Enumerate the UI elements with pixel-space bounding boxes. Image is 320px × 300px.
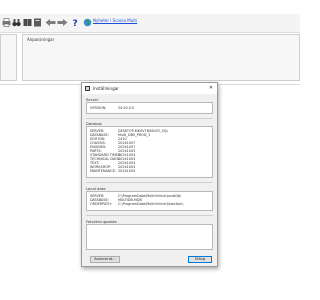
customizations-panel: Anpassningar <box>22 34 300 81</box>
dialog-titlebar[interactable]: Inställningar ✕ <box>82 83 217 94</box>
manual-icon[interactable] <box>33 18 42 27</box>
separator <box>86 118 213 119</box>
local-data-row: ORDERPATH: C:\ProgramData\MultiOnline\Sel… <box>90 202 184 206</box>
back-arrow-icon[interactable] <box>45 18 56 27</box>
print-icon[interactable] <box>2 18 11 27</box>
diagnostics-textarea[interactable] <box>86 224 213 250</box>
left-panel <box>0 34 17 81</box>
app-icon <box>85 86 90 91</box>
close-icon[interactable]: ✕ <box>209 85 213 91</box>
globe-icon[interactable] <box>83 18 92 27</box>
news-link[interactable]: Nyheter i Scania Multi <box>93 18 137 23</box>
close-button[interactable]: Stäng <box>188 256 212 263</box>
forward-arrow-icon[interactable] <box>57 18 68 27</box>
settings-dialog: Inställningar ✕ Server VERSION: 24.50.0.0… <box>81 82 218 267</box>
help-icon[interactable]: ? <box>71 18 80 29</box>
customizations-title: Anpassningar <box>27 37 55 42</box>
svg-text:?: ? <box>73 19 78 27</box>
separator <box>86 215 213 216</box>
database-row: MAINTENANCE: 20241003 <box>90 169 136 173</box>
advanced-button[interactable]: Avancerat... <box>90 256 120 263</box>
dialog-title: Inställningar <box>93 86 120 91</box>
binoculars-icon[interactable] <box>12 18 21 27</box>
separator <box>86 182 213 183</box>
book-icon[interactable] <box>23 18 32 27</box>
server-version-row: VERSION: 24.50.0.0 <box>90 106 135 110</box>
main-toolbar: ? <box>0 14 300 33</box>
